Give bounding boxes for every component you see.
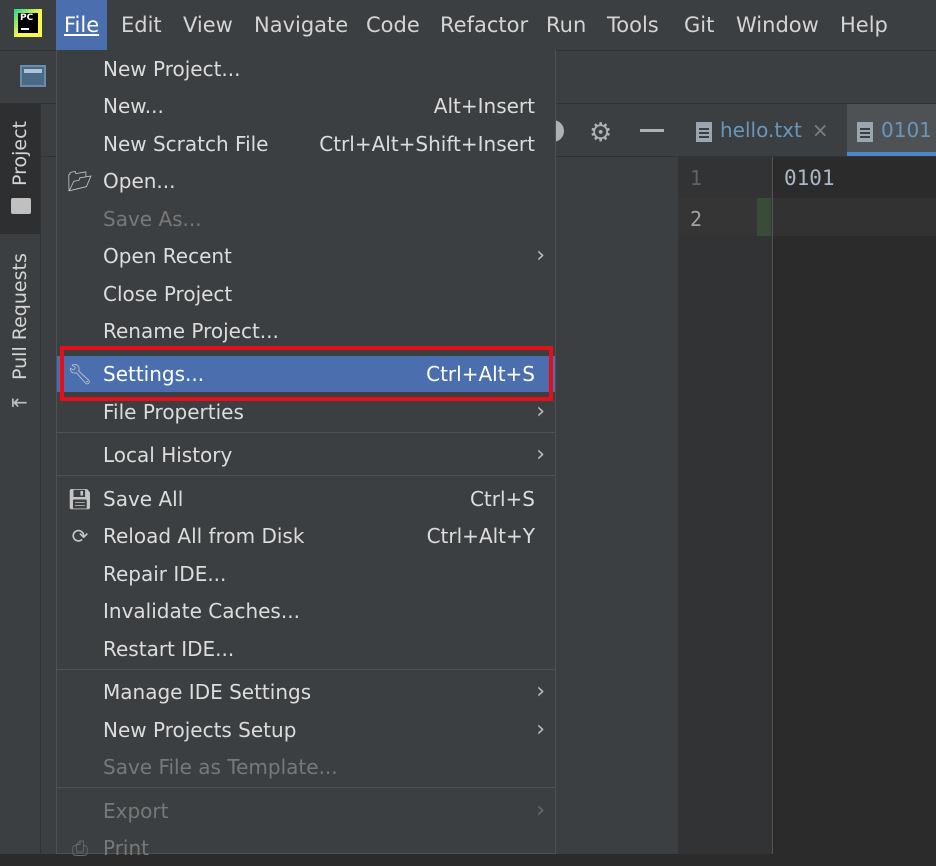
menu-item-restart-ide[interactable]: Restart IDE... [57,631,555,667]
menu-item-open[interactable]: 📂︎ Open... [57,163,555,199]
menu-item-reload-all[interactable]: ⟳ Reload All from Disk Ctrl+Alt+Y [57,518,555,554]
menu-navigate[interactable]: Navigate [246,0,356,50]
menu-file[interactable]: File [56,0,108,50]
menu-item-open-recent[interactable]: Open Recent › [57,238,555,274]
menu-run[interactable]: Run [538,0,594,50]
chevron-right-icon: › [536,243,545,268]
line-number-gutter [678,157,773,854]
menu-view[interactable]: View [175,0,241,50]
menu-separator [57,787,555,788]
menu-item-export: Export › [57,793,555,829]
change-marker [757,198,771,236]
text-file-icon [857,121,873,142]
menu-item-manage-ide-settings[interactable]: Manage IDE Settings › [57,674,555,710]
menu-item-close-project[interactable]: Close Project [57,276,555,312]
menu-item-new-scratch-file[interactable]: New Scratch File Ctrl+Alt+Shift+Insert [57,126,555,162]
settings-highlight-box [60,346,553,401]
chevron-right-icon: › [536,798,545,823]
tab-label: 0101 [881,118,932,142]
project-structure-icon[interactable] [20,65,46,87]
menu-item-rename-project[interactable]: Rename Project... [57,313,555,349]
menu-item-invalidate-caches[interactable]: Invalidate Caches... [57,593,555,629]
menu-item-new-project[interactable]: New Project... [57,51,555,87]
menu-edit[interactable]: Edit [113,0,170,50]
chevron-right-icon: › [536,442,545,467]
code-line[interactable]: 0101 [784,166,835,190]
logo-text: PC [20,13,34,23]
menu-item-repair-ide[interactable]: Repair IDE... [57,556,555,592]
menu-window[interactable]: Window [728,0,827,50]
text-file-icon [696,121,712,142]
tab-label: hello.txt [720,118,802,142]
tool-tab-project[interactable]: Project [0,104,40,234]
current-line-highlight [773,198,936,236]
tool-tab-project-label: Project [9,120,31,186]
menu-item-print: ⎙ Print [57,830,555,866]
line-number: 1 [690,166,703,190]
menu-item-save-file-as-template: Save File as Template... [103,755,338,779]
save-icon: 💾︎ [67,487,93,511]
menu-separator [57,432,555,433]
menu-help[interactable]: Help [832,0,896,50]
pull-request-icon: ⇤ [11,390,28,414]
file-menu-dropdown: New Project... New... Alt+Insert New Scra… [56,50,556,860]
menu-item-save-all[interactable]: 💾︎ Save All Ctrl+S [57,481,555,517]
reload-icon: ⟳ [71,524,89,548]
menu-item-save-as: Save As... [103,207,202,231]
hide-panel-icon[interactable] [640,129,664,132]
chevron-right-icon: › [536,717,545,742]
menu-item-new-projects-setup[interactable]: New Projects Setup › [57,712,555,748]
tool-tab-pull-requests-label: Pull Requests [9,253,31,380]
menu-git[interactable]: Git [676,0,722,50]
menu-item-new[interactable]: New... Alt+Insert [57,88,555,124]
tab-0101[interactable]: 0101 [847,104,936,156]
menu-item-local-history[interactable]: Local History › [57,437,555,473]
chevron-right-icon: › [536,679,545,704]
tab-hello-txt[interactable]: hello.txt × [686,104,846,156]
tool-tab-pull-requests[interactable]: Pull Requests ⇤ [0,240,40,420]
gear-icon[interactable]: ⚙ [589,118,612,148]
folder-open-icon: 📂︎ [67,169,93,193]
menu-code[interactable]: Code [358,0,428,50]
print-icon: ⎙ [72,836,88,860]
line-number: 2 [690,207,703,231]
folder-icon [11,198,31,214]
close-icon[interactable]: × [812,118,829,142]
menu-tools[interactable]: Tools [599,0,667,50]
menu-separator [57,669,555,670]
menu-refactor[interactable]: Refactor [432,0,536,50]
menu-separator [57,475,555,476]
pycharm-logo-icon[interactable]: PC [14,9,42,37]
